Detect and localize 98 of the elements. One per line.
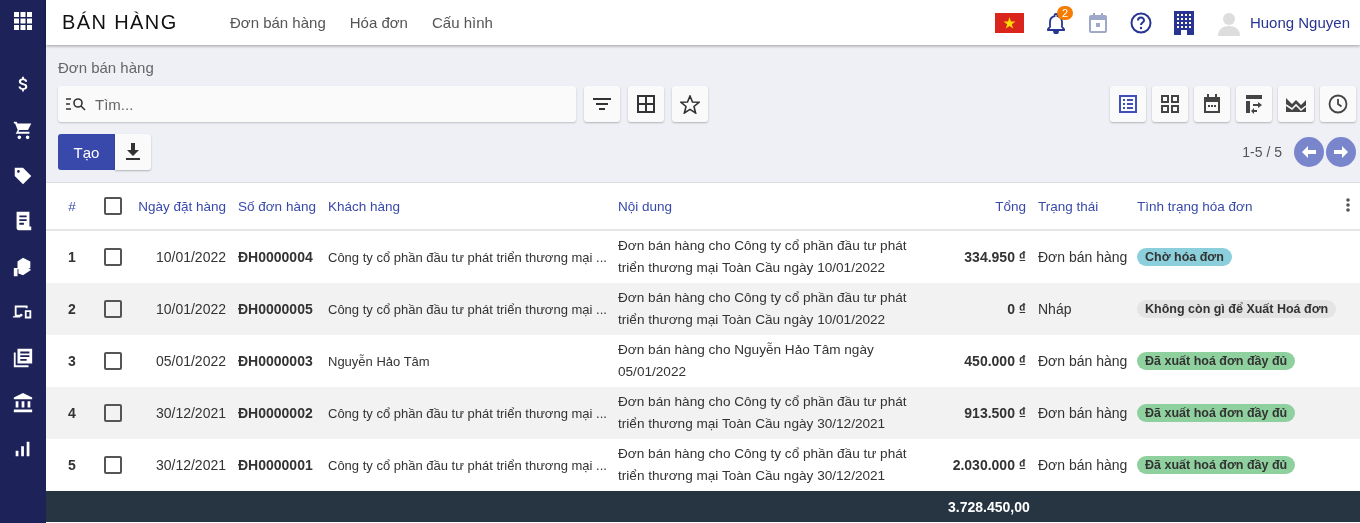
previous-button[interactable] [1294, 137, 1324, 167]
table-cell: ĐH0000002 [232, 387, 322, 439]
table-cell: 450.000 ₫ [942, 335, 1032, 387]
bell-icon[interactable] [1045, 11, 1066, 34]
building-icon[interactable] [1173, 10, 1194, 35]
table-cell: Công ty cổ phần đầu tư phát triển thương mại ... [322, 439, 612, 491]
status-tag: Chờ hóa đơn [1137, 248, 1232, 266]
flag-icon[interactable] [994, 12, 1024, 33]
area-chart-icon [1286, 96, 1306, 112]
table-cell: Công ty cổ phần đầu tư phát triển thương mại ... [322, 387, 612, 439]
create-button[interactable]: Tạo [58, 134, 115, 170]
column-header[interactable]: Tổng [942, 183, 1032, 230]
table-cell: 0 ₫ [942, 283, 1032, 335]
column-header: # [46, 183, 98, 230]
column-header[interactable]: Ngày đặt hàng [126, 183, 232, 230]
table-cell: Nguyễn Hảo Tâm [322, 335, 612, 387]
menu-item[interactable]: Đơn bán hàng [230, 14, 326, 31]
row-number: 4 [46, 387, 98, 439]
table-cell: Đơn bán hàng [1032, 335, 1131, 387]
table-cell: Đơn bán hàng [1032, 230, 1131, 283]
list-view-button[interactable] [1110, 86, 1146, 122]
table-cell: Nháp [1032, 283, 1131, 335]
table-cell: 30/12/2021 [126, 439, 232, 491]
menu-item[interactable]: Hóa đơn [349, 14, 408, 31]
select-all-checkbox[interactable] [104, 197, 122, 215]
column-header[interactable]: Trạng thái [1032, 183, 1131, 230]
group-by-button[interactable] [628, 86, 664, 122]
table-cell: Đơn bán hàng [1032, 387, 1131, 439]
table-cell: Công ty cổ phần đầu tư phát triển thương mại ... [322, 283, 612, 335]
row-number: 5 [46, 439, 98, 491]
row-number: 2 [46, 283, 98, 335]
arrow-right-icon [1334, 146, 1348, 158]
help-icon[interactable] [1129, 11, 1152, 34]
kanban-view-button[interactable] [1152, 86, 1188, 122]
row-checkbox[interactable] [104, 352, 122, 371]
apps-menu-icon[interactable] [14, 12, 32, 30]
more-options-icon[interactable] [1346, 197, 1350, 212]
filter-icon [593, 98, 611, 110]
table-cell: ĐH0000004 [232, 230, 322, 283]
table-cell: Đơn bán hàng [1032, 439, 1131, 491]
table-cell: Đơn bán hàng cho Công ty cổ phần đầu tư phát triển thương mại Toàn Cầu ngày 10/01/2022 [612, 283, 942, 335]
row-checkbox[interactable] [104, 248, 122, 267]
table-cell: ĐH0000001 [232, 439, 322, 491]
column-header[interactable]: Nội dung [612, 183, 942, 230]
table-cell: Đơn bán hàng cho Công ty cổ phần đầu tư phát triển thương mại Toàn Cầu ngày 30/12/2021 [612, 439, 942, 491]
row-number: 1 [46, 230, 98, 283]
status-tag: Đã xuất hoá đơn đầy đủ [1137, 404, 1296, 422]
grid-icon [637, 95, 655, 113]
book-icon[interactable] [12, 346, 34, 369]
list-icon [1118, 94, 1138, 114]
table-cell: ĐH0000003 [232, 335, 322, 387]
table-cell: Đơn bán hàng cho Công ty cổ phần đầu tư phát triển thương mại Toàn Cầu ngày 10/01/2022 [612, 230, 942, 283]
row-checkbox[interactable] [104, 404, 122, 423]
notification-count: 2 [1056, 5, 1074, 20]
pivot-icon [1245, 94, 1263, 114]
search-field[interactable]: Tìm... [58, 86, 576, 122]
status-tag: Đã xuất hoá đơn đầy đủ [1137, 456, 1296, 474]
table-cell: 334.950 ₫ [942, 230, 1032, 283]
table-cell: 10/01/2022 [126, 283, 232, 335]
cart-icon[interactable] [12, 119, 34, 141]
next-button[interactable] [1326, 137, 1356, 167]
calendar-icon [1203, 94, 1221, 114]
graph-view-button[interactable] [1278, 86, 1314, 122]
table-cell: Đơn bán hàng cho Công ty cổ phần đầu tư phát triển thương mại Toàn Cầu ngày 30/12/2021 [612, 387, 942, 439]
sum-total: 3.728.450,00 [942, 491, 1032, 522]
row-number: 3 [46, 335, 98, 387]
table-cell: Công ty cổ phần đầu tư phát triển thương mại ... [322, 230, 612, 283]
pager: 1-5 / 5 [1242, 144, 1282, 160]
favorite-button[interactable] [672, 86, 708, 122]
status-tag: Không còn gì để Xuất Hoá đơn [1137, 300, 1337, 318]
row-checkbox[interactable] [104, 456, 122, 475]
filter-button[interactable] [584, 86, 620, 122]
row-checkbox[interactable] [104, 300, 122, 319]
table-cell: 10/01/2022 [126, 230, 232, 283]
arrow-left-icon [1302, 146, 1316, 158]
kanban-icon [1161, 95, 1179, 113]
column-header[interactable]: Tình trạng hóa đơn [1131, 183, 1340, 230]
download-button[interactable] [115, 134, 151, 170]
table-cell: 913.500 ₫ [942, 387, 1032, 439]
table-cell: Đơn bán hàng cho Nguyễn Hảo Tâm ngày 05/01/2022 [612, 335, 942, 387]
breadcrumb: Đơn bán hàng [58, 59, 155, 76]
column-header[interactable]: Số đơn hàng [232, 183, 322, 230]
activity-view-button[interactable] [1320, 86, 1356, 122]
star-icon [680, 94, 700, 114]
table-cell: 05/01/2022 [126, 335, 232, 387]
bank-icon[interactable] [12, 392, 34, 414]
column-header[interactable]: Khách hàng [322, 183, 612, 230]
download-icon [125, 143, 141, 161]
pivot-view-button[interactable] [1236, 86, 1272, 122]
table-cell: 2.030.000 ₫ [942, 439, 1032, 491]
calendar-view-button[interactable] [1194, 86, 1230, 122]
table-cell: 30/12/2021 [126, 387, 232, 439]
app-title: BÁN HÀNG [62, 11, 179, 34]
user-name[interactable]: Huong Nguyen [1249, 14, 1350, 31]
status-tag: Đã xuất hoá đơn đầy đủ [1137, 352, 1296, 370]
clock-icon [1328, 94, 1348, 114]
menu-item[interactable]: Cấu hình [431, 14, 493, 31]
table-cell: ĐH0000005 [232, 283, 322, 335]
